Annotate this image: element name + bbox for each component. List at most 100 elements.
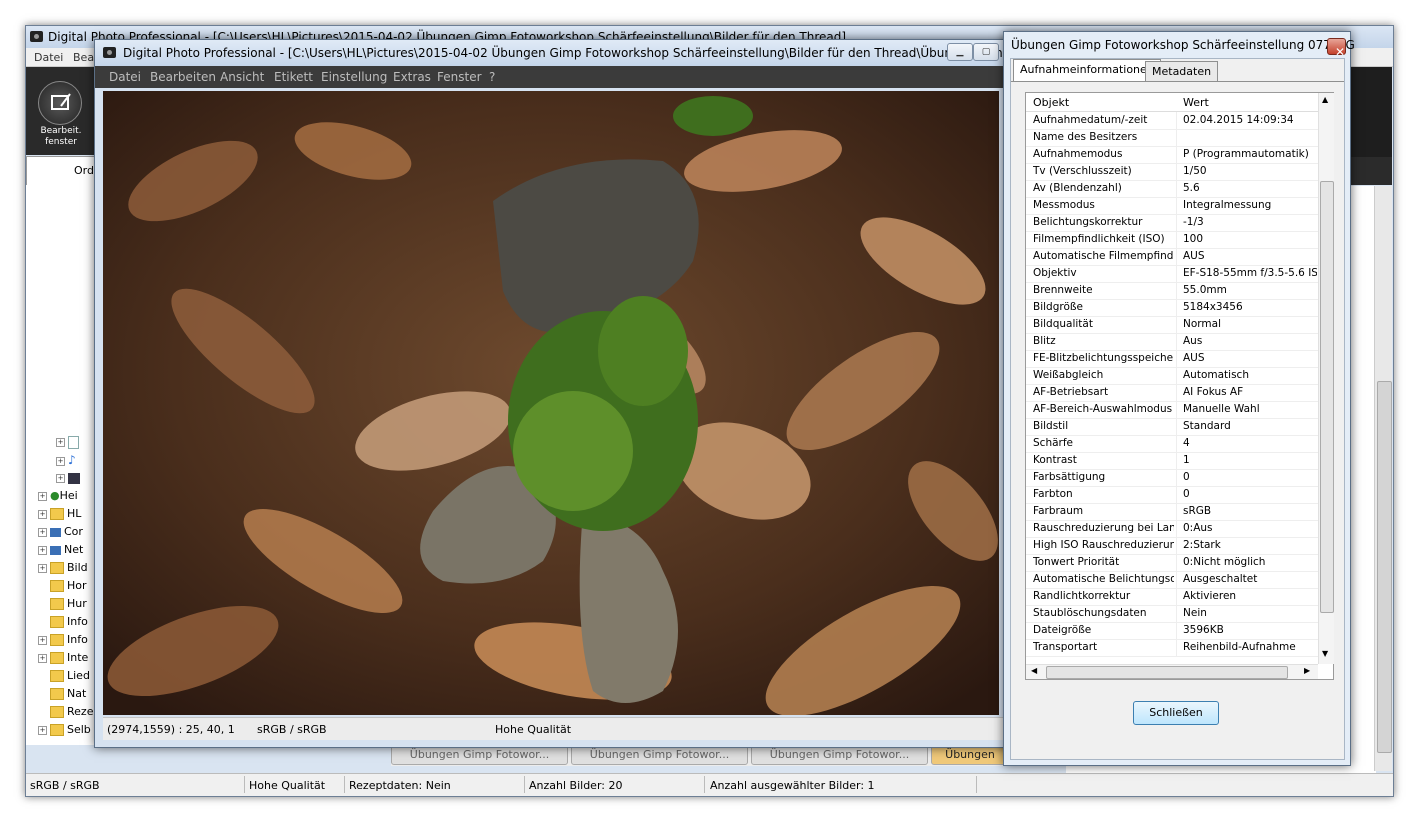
- info-table: Objekt Wert Aufnahmedatum/-zeit 02.04.201…: [1025, 92, 1334, 680]
- table-row[interactable]: Dateigröße 3596KB: [1026, 622, 1318, 640]
- tree-item-folder[interactable]: Hur: [50, 597, 87, 614]
- table-row[interactable]: Brennweite 55.0mm: [1026, 282, 1318, 300]
- table-vertical-scrollbar-thumb[interactable]: [1320, 181, 1334, 613]
- menu-etikett[interactable]: Etikett: [274, 70, 313, 84]
- table-row[interactable]: Aufnahmemodus P (Programmautomatik): [1026, 146, 1318, 164]
- table-row[interactable]: Tonwert Priorität 0:Nicht möglich: [1026, 554, 1318, 572]
- table-row[interactable]: Rauschreduzierung bei Lan... 0:Aus: [1026, 520, 1318, 538]
- table-row[interactable]: Farbraum sRGB: [1026, 503, 1318, 521]
- table-row[interactable]: Bildgröße 5184x3456: [1026, 299, 1318, 317]
- tree-label: Reze: [67, 705, 94, 718]
- photo-preview[interactable]: [103, 91, 999, 715]
- table-row[interactable]: Av (Blendenzahl) 5.6: [1026, 180, 1318, 198]
- table-row[interactable]: Kontrast 1: [1026, 452, 1318, 470]
- tree-item-folder[interactable]: + Selb: [38, 723, 91, 740]
- tree-item-folder[interactable]: Lied: [50, 669, 90, 686]
- table-row[interactable]: Transportart Reihenbild-Aufnahme: [1026, 639, 1318, 657]
- table-row[interactable]: Automatische Belichtungso... Ausgeschalte…: [1026, 571, 1318, 589]
- table-horizontal-scrollbar-thumb[interactable]: [1046, 666, 1288, 679]
- column-header-wert[interactable]: Wert: [1183, 96, 1209, 109]
- tree-item-folder[interactable]: + Info: [38, 633, 88, 650]
- scroll-left-arrow-icon[interactable]: ◀: [1031, 666, 1037, 675]
- right-scrollbar[interactable]: [1374, 186, 1392, 771]
- menu-bearbeiten[interactable]: Bearbeiten: [150, 70, 216, 84]
- row-key: Kontrast: [1033, 454, 1077, 466]
- table-row[interactable]: Staublöschungsdaten Nein: [1026, 605, 1318, 623]
- menu-fenster[interactable]: Fenster: [437, 70, 482, 84]
- table-vertical-scrollbar[interactable]: ▲ ▼: [1318, 93, 1334, 664]
- tree-item-folder[interactable]: Reze: [50, 705, 93, 722]
- row-key: Weißabgleich: [1033, 369, 1104, 381]
- tree-item-heimnetz[interactable]: + ●Hei: [38, 489, 78, 506]
- table-row[interactable]: Randlichtkorrektur Aktivieren: [1026, 588, 1318, 606]
- edit-window-button[interactable]: [38, 81, 82, 125]
- tree-row-document[interactable]: +: [56, 435, 82, 452]
- table-row[interactable]: Bildqualität Normal: [1026, 316, 1318, 334]
- tree-item-folder[interactable]: Info: [50, 615, 88, 632]
- table-row[interactable]: Farbton 0: [1026, 486, 1318, 504]
- row-value: Normal: [1183, 318, 1221, 330]
- table-row[interactable]: Name des Besitzers: [1026, 129, 1318, 147]
- table-row[interactable]: Farbsättigung 0: [1026, 469, 1318, 487]
- tree-row-music[interactable]: + ♪: [56, 453, 76, 470]
- menu-einstellung[interactable]: Einstellung: [321, 70, 387, 84]
- folder-icon: [50, 670, 64, 682]
- tree-item-folder[interactable]: Hor: [50, 579, 87, 596]
- column-header-objekt[interactable]: Objekt: [1033, 96, 1069, 109]
- shooting-info-dialog: Übungen Gimp Fotoworkshop Schärfeeinstel…: [1003, 31, 1355, 766]
- table-row[interactable]: Tv (Verschlusszeit) 1/50: [1026, 163, 1318, 181]
- folder-tab[interactable]: Ord: [26, 156, 98, 186]
- maximize-button[interactable]: ▢: [973, 43, 999, 61]
- menu-ansicht[interactable]: Ansicht: [220, 70, 264, 84]
- table-row[interactable]: Filmempfindlichkeit (ISO) 100: [1026, 231, 1318, 249]
- status-image-count: Anzahl Bilder: 20: [529, 779, 623, 792]
- table-row[interactable]: FE-Blitzbelichtungsspeicher... AUS: [1026, 350, 1318, 368]
- row-key: Staublöschungsdaten: [1033, 607, 1147, 619]
- row-key: Schärfe: [1033, 437, 1074, 449]
- table-row[interactable]: AF-Betriebsart AI Fokus AF: [1026, 384, 1318, 402]
- tree-item-bilder[interactable]: + Bild: [38, 561, 88, 578]
- minimize-icon: ▁: [956, 47, 964, 57]
- image-menubar: Datei Bearbeiten Ansicht Etikett Einstel…: [95, 66, 1030, 88]
- tree-item-folder[interactable]: Nat: [50, 687, 86, 704]
- table-row[interactable]: Aufnahmedatum/-zeit 02.04.2015 14:09:34: [1026, 112, 1318, 130]
- tree-item-computer[interactable]: + Cor: [38, 525, 83, 542]
- table-row[interactable]: Weißabgleich Automatisch: [1026, 367, 1318, 385]
- schliessen-button[interactable]: Schließen: [1133, 701, 1219, 725]
- tree-row-video[interactable]: +: [56, 471, 80, 488]
- menu-help[interactable]: ?: [489, 70, 495, 84]
- tab-metadaten[interactable]: Metadaten: [1145, 61, 1219, 81]
- folder-icon: [50, 562, 64, 574]
- table-row[interactable]: Bildstil Standard: [1026, 418, 1318, 436]
- scroll-right-arrow-icon[interactable]: ▶: [1304, 666, 1310, 675]
- music-icon: ♪: [68, 453, 76, 467]
- tree-item-netzwerk[interactable]: + Net: [38, 543, 83, 560]
- image-window-titlebar[interactable]: Digital Photo Professional - [C:\Users\H…: [95, 40, 1030, 66]
- tree-label: Bild: [67, 561, 88, 574]
- table-row[interactable]: Schärfe 4: [1026, 435, 1318, 453]
- folder-tab-label: Ord: [74, 164, 94, 177]
- table-horizontal-scrollbar[interactable]: ◀ ▶: [1026, 664, 1318, 679]
- menu-datei[interactable]: Datei: [34, 51, 63, 64]
- table-row[interactable]: Objektiv EF-S18-55mm f/3.5-5.6 IS I: [1026, 265, 1318, 283]
- minimize-button[interactable]: ▁: [947, 43, 973, 61]
- table-row[interactable]: Automatische Filmempfindli... AUS: [1026, 248, 1318, 266]
- menu-datei[interactable]: Datei: [109, 70, 141, 84]
- info-dialog-titlebar[interactable]: Übungen Gimp Fotoworkshop Schärfeeinstel…: [1004, 32, 1355, 59]
- row-key: High ISO Rauschreduzierung: [1033, 539, 1174, 551]
- table-row[interactable]: Belichtungskorrektur -1/3: [1026, 214, 1318, 232]
- folder-icon: [50, 724, 64, 736]
- menu-extras[interactable]: Extras: [393, 70, 431, 84]
- tree-item-folder[interactable]: + Inte: [38, 651, 88, 668]
- right-scrollbar-thumb[interactable]: [1377, 381, 1392, 753]
- table-row[interactable]: AF-Bereich-Auswahlmodus Manuelle Wahl: [1026, 401, 1318, 419]
- tree-item-hl[interactable]: + HL: [38, 507, 81, 524]
- scroll-down-arrow-icon[interactable]: ▼: [1322, 649, 1328, 658]
- table-row[interactable]: Blitz Aus: [1026, 333, 1318, 351]
- menu-bearbeiten[interactable]: Bea: [73, 51, 94, 64]
- tab-aufnahmeinformationen[interactable]: Aufnahmeinformationen: [1013, 59, 1161, 81]
- table-row[interactable]: Messmodus Integralmessung: [1026, 197, 1318, 215]
- table-row[interactable]: High ISO Rauschreduzierung 2:Stark: [1026, 537, 1318, 555]
- scroll-up-arrow-icon[interactable]: ▲: [1322, 95, 1328, 104]
- dialog-close-button[interactable]: ✕: [1327, 38, 1346, 59]
